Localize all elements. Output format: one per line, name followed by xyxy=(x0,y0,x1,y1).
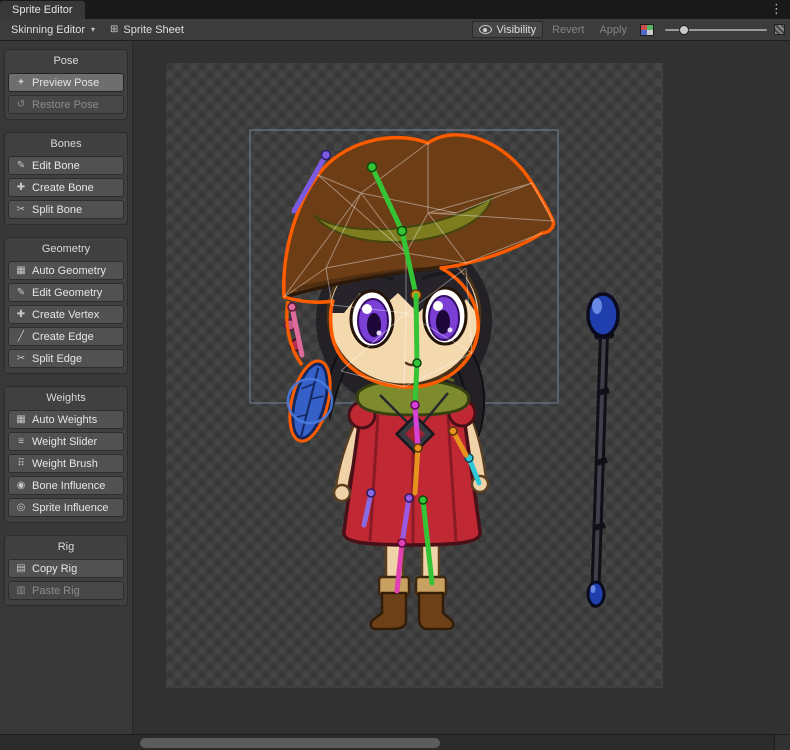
sprite-sheet-button[interactable]: ⊞ Sprite Sheet xyxy=(104,21,190,38)
toolbar: Skinning Editor ▾ ⊞ Sprite Sheet Visibil… xyxy=(0,19,790,41)
edit-geometry-icon: ✎ xyxy=(15,288,27,298)
sprite-influence-button[interactable]: ◎ Sprite Influence xyxy=(8,498,124,517)
tool-sidebar: Pose ✦ Preview Pose ↺ Restore Pose Bones… xyxy=(0,41,133,734)
split-edge-button[interactable]: ✂ Split Edge xyxy=(8,349,124,368)
visibility-button[interactable]: Visibility xyxy=(472,21,544,38)
split-bone-button[interactable]: ✂ Split Bone xyxy=(8,200,124,219)
edit-bone-icon: ✎ xyxy=(15,161,27,171)
weight-slider-button[interactable]: ≡ Weight Slider xyxy=(8,432,124,451)
paste-rig-icon: ▥ xyxy=(15,586,27,596)
restore-pose-button[interactable]: ↺ Restore Pose xyxy=(8,95,124,114)
button-label: Split Edge xyxy=(32,353,82,365)
skinning-editor-label: Skinning Editor xyxy=(11,24,85,36)
sprite-texture-area[interactable] xyxy=(166,63,663,688)
staff-sprite[interactable] xyxy=(588,294,618,606)
button-label: Copy Rig xyxy=(32,563,77,575)
button-label: Create Bone xyxy=(32,182,94,194)
split-bone-icon: ✂ xyxy=(15,205,27,215)
edit-bone-button[interactable]: ✎ Edit Bone xyxy=(8,156,124,175)
bone xyxy=(415,405,418,448)
zoom-slider-knob[interactable] xyxy=(679,25,689,35)
create-bone-button[interactable]: ✚ Create Bone xyxy=(8,178,124,197)
button-label: Sprite Influence xyxy=(32,502,108,514)
auto-weights-icon: ▦ xyxy=(15,415,27,425)
button-label: Paste Rig xyxy=(32,585,80,597)
horizontal-scrollbar[interactable] xyxy=(0,734,790,750)
button-label: Bone Influence xyxy=(32,480,105,492)
visibility-label: Visibility xyxy=(497,24,537,36)
skinning-scene[interactable] xyxy=(166,63,663,688)
bone-influence-button[interactable]: ◉ Bone Influence xyxy=(8,476,124,495)
panel-bones: Bones ✎ Edit Bone ✚ Create Bone ✂ Split … xyxy=(4,132,128,225)
auto-weights-button[interactable]: ▦ Auto Weights xyxy=(8,410,124,429)
tab-title: Sprite Editor xyxy=(12,4,73,16)
panel-rig: Rig ▤ Copy Rig ▥ Paste Rig xyxy=(4,535,128,606)
panel-title: Rig xyxy=(8,539,124,556)
create-edge-button[interactable]: ╱ Create Edge xyxy=(8,327,124,346)
preview-pose-icon: ✦ xyxy=(15,78,27,88)
staff-orb xyxy=(588,294,618,336)
weight-brush-icon: ⠿ xyxy=(15,459,27,469)
sprite-canvas[interactable] xyxy=(133,41,790,734)
weight-slider-icon: ≡ xyxy=(15,437,27,447)
sprite-color-toggle-icon[interactable] xyxy=(640,24,654,36)
panel-title: Weights xyxy=(8,390,124,407)
button-label: Auto Geometry xyxy=(32,265,106,277)
button-label: Preview Pose xyxy=(32,77,99,89)
restore-pose-icon: ↺ xyxy=(15,100,27,110)
split-edge-icon: ✂ xyxy=(15,354,27,364)
sprite-influence-icon: ◎ xyxy=(15,503,27,513)
edit-geometry-button[interactable]: ✎ Edit Geometry xyxy=(8,283,124,302)
bone xyxy=(415,363,417,405)
button-label: Edit Bone xyxy=(32,160,80,172)
button-label: Split Bone xyxy=(32,204,82,216)
eye-icon xyxy=(479,25,492,34)
auto-geometry-icon: ▦ xyxy=(15,266,27,276)
revert-button[interactable]: Revert xyxy=(546,21,590,38)
bone xyxy=(416,295,417,363)
button-label: Create Edge xyxy=(32,331,94,343)
apply-button[interactable]: Apply xyxy=(593,21,633,38)
button-label: Create Vertex xyxy=(32,309,99,321)
button-label: Auto Weights xyxy=(32,414,97,426)
bone xyxy=(415,448,418,493)
create-edge-icon: ╱ xyxy=(15,332,27,342)
right-eye xyxy=(424,288,466,344)
button-label: Weight Slider xyxy=(32,436,97,448)
create-vertex-button[interactable]: ✚ Create Vertex xyxy=(8,305,124,324)
main-area: Pose ✦ Preview Pose ↺ Restore Pose Bones… xyxy=(0,41,790,734)
feather xyxy=(286,360,333,441)
zoom-slider[interactable] xyxy=(665,23,767,37)
auto-geometry-button[interactable]: ▦ Auto Geometry xyxy=(8,261,124,280)
copy-rig-icon: ▤ xyxy=(15,564,27,574)
panel-pose: Pose ✦ Preview Pose ↺ Restore Pose xyxy=(4,49,128,120)
paste-rig-button[interactable]: ▥ Paste Rig xyxy=(8,581,124,600)
tab-bar: Sprite Editor ⋮ xyxy=(0,0,790,19)
scrollbar-corner xyxy=(774,735,790,750)
bone-influence-icon: ◉ xyxy=(15,481,27,491)
panel-weights: Weights ▦ Auto Weights ≡ Weight Slider ⠿… xyxy=(4,386,128,523)
panel-title: Bones xyxy=(8,136,124,153)
left-eye xyxy=(351,291,393,347)
create-vertex-icon: ✚ xyxy=(15,310,27,320)
button-label: Weight Brush xyxy=(32,458,98,470)
window-menu-icon[interactable]: ⋮ xyxy=(770,1,790,19)
horizontal-scrollbar-thumb[interactable] xyxy=(140,738,440,748)
panel-geometry: Geometry ▦ Auto Geometry ✎ Edit Geometry… xyxy=(4,237,128,374)
panel-title: Pose xyxy=(8,53,124,70)
skinning-editor-dropdown[interactable]: Skinning Editor ▾ xyxy=(5,21,101,38)
button-label: Edit Geometry xyxy=(32,287,102,299)
sprite-sheet-label: Sprite Sheet xyxy=(123,24,184,36)
sprite-sheet-icon: ⊞ xyxy=(110,24,118,35)
tab-sprite-editor[interactable]: Sprite Editor xyxy=(0,1,85,19)
alpha-slider-icon xyxy=(774,24,785,35)
weight-brush-button[interactable]: ⠿ Weight Brush xyxy=(8,454,124,473)
sprite-editor-window: Sprite Editor ⋮ Skinning Editor ▾ ⊞ Spri… xyxy=(0,0,790,750)
button-label: Restore Pose xyxy=(32,99,99,111)
create-bone-icon: ✚ xyxy=(15,183,27,193)
copy-rig-button[interactable]: ▤ Copy Rig xyxy=(8,559,124,578)
panel-title: Geometry xyxy=(8,241,124,258)
preview-pose-button[interactable]: ✦ Preview Pose xyxy=(8,73,124,92)
chevron-down-icon: ▾ xyxy=(91,25,95,34)
